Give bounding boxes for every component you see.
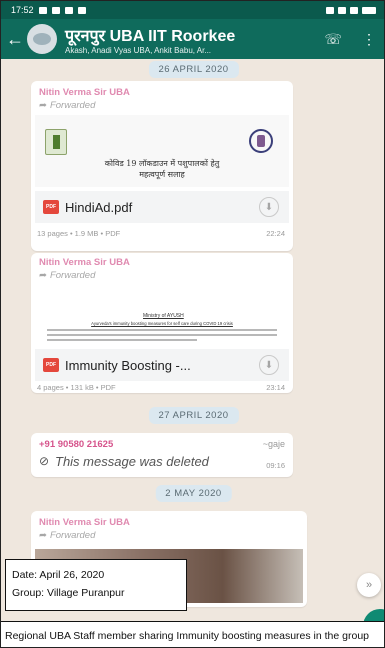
- download-icon[interactable]: ⬇: [259, 355, 279, 375]
- message-time: 09:16: [266, 461, 285, 470]
- blocked-icon: ⊘: [39, 454, 50, 468]
- group-members: Akash, Anadi Vyas UBA, Ankit Babu, Ar...: [65, 45, 212, 55]
- preview-hindi-line2: महत्वपूर्ण सलाह: [139, 169, 185, 179]
- message-bubble-immunity[interactable]: Nitin Verma Sir UBA ➦ Forwarded Ministry …: [31, 253, 293, 393]
- preview-doc-title: Ministry of AYUSH: [143, 313, 184, 319]
- status-bar: 17:52: [1, 1, 384, 19]
- group-avatar[interactable]: [27, 24, 57, 54]
- signal-icon: [338, 6, 346, 14]
- emblem-right-icon: [249, 129, 273, 153]
- status-time: 17:52: [11, 5, 34, 15]
- sender-name[interactable]: Nitin Verma Sir UBA: [39, 257, 130, 268]
- document-name: Immunity Boosting -...: [65, 357, 191, 373]
- message-time: 22:24: [266, 229, 285, 238]
- deleted-message-text: This message was deleted: [55, 454, 209, 469]
- date-separator: 26 APRIL 2020: [148, 61, 239, 78]
- sender-tag: ~gaje: [262, 439, 285, 449]
- gallery-icon: [64, 6, 73, 14]
- download-icon[interactable]: ⬇: [259, 197, 279, 217]
- document-meta: 13 pages • 1.9 MB • PDF: [37, 229, 121, 238]
- forwarded-label: Forwarded: [49, 100, 96, 111]
- wifi-icon: [350, 6, 358, 14]
- screenshot-frame: 17:52 ← पूरनपुर UBA IIT Roorkee Akash, A…: [0, 0, 385, 648]
- battery-icon: [362, 6, 376, 14]
- preview-doc-subtitle: Ayurveda's immunity boosting measures fo…: [91, 321, 233, 326]
- sender-name[interactable]: Nitin Verma Sir UBA: [39, 517, 130, 528]
- forward-icon: ➦: [39, 530, 47, 541]
- forwarded-label: Forwarded: [49, 270, 96, 281]
- preview-text-line: [47, 329, 277, 331]
- pdf-icon: PDF: [43, 358, 59, 372]
- annotation-box: Date: April 26, 2020 Group: Village Pura…: [5, 559, 187, 611]
- preview-text-line: [47, 334, 277, 336]
- date-separator: 2 MAY 2020: [155, 485, 232, 502]
- preview-text-line: [47, 339, 197, 341]
- message-time: 23:14: [266, 383, 285, 392]
- emblem-left-icon: [45, 129, 67, 155]
- document-meta: 4 pages • 131 kB • PDF: [37, 383, 116, 392]
- scroll-down-icon[interactable]: »: [357, 573, 381, 597]
- group-info[interactable]: पूरनपुर UBA IIT Roorkee Akash, Anadi Vya…: [65, 24, 324, 55]
- document-preview[interactable]: कोविड 19 लॉकडाउन में पशुपालकों हेतु महत्…: [35, 115, 289, 187]
- preview-hindi-line1: कोविड 19 लॉकडाउन में पशुपालकों हेतु: [104, 159, 220, 168]
- notification-icon: [38, 6, 47, 14]
- forwarded-label: Forwarded: [49, 530, 96, 541]
- document-row[interactable]: PDF Immunity Boosting -... ⬇: [35, 349, 289, 381]
- headset-icon: [51, 6, 60, 14]
- call-add-icon[interactable]: ☏: [324, 31, 342, 48]
- annotation-caption: Regional UBA Staff member sharing Immuni…: [1, 621, 384, 647]
- forward-icon: ➦: [39, 270, 47, 281]
- group-title: पूरनपुर UBA IIT Roorkee: [65, 27, 236, 45]
- annotation-group: Group: Village Puranpur: [12, 587, 125, 599]
- message-bubble-deleted[interactable]: +91 90580 21625 ~gaje ⊘ This message was…: [31, 433, 293, 477]
- document-name: HindiAd.pdf: [65, 199, 133, 215]
- document-row[interactable]: PDF HindiAd.pdf ⬇: [35, 191, 289, 223]
- whatsapp-icon: [77, 6, 86, 14]
- more-vert-icon[interactable]: ⋮: [362, 31, 376, 48]
- caption-text: Regional UBA Staff member sharing Immuni…: [5, 629, 369, 642]
- sender-phone[interactable]: +91 90580 21625: [39, 439, 113, 450]
- sender-name[interactable]: Nitin Verma Sir UBA: [39, 87, 130, 98]
- chat-header: ← पूरनपुर UBA IIT Roorkee Akash, Anadi V…: [1, 19, 384, 59]
- message-bubble-hindiad[interactable]: Nitin Verma Sir UBA ➦ Forwarded कोविड 19 …: [31, 81, 293, 251]
- back-arrow-icon[interactable]: ←: [5, 30, 25, 48]
- document-preview[interactable]: Ministry of AYUSH Ayurveda's immunity bo…: [35, 283, 289, 347]
- forward-icon: ➦: [39, 100, 47, 111]
- annotation-date: Date: April 26, 2020: [12, 569, 105, 581]
- pdf-icon: PDF: [43, 200, 59, 214]
- date-separator: 27 APRIL 2020: [148, 407, 239, 424]
- bluetooth-icon: [326, 6, 334, 14]
